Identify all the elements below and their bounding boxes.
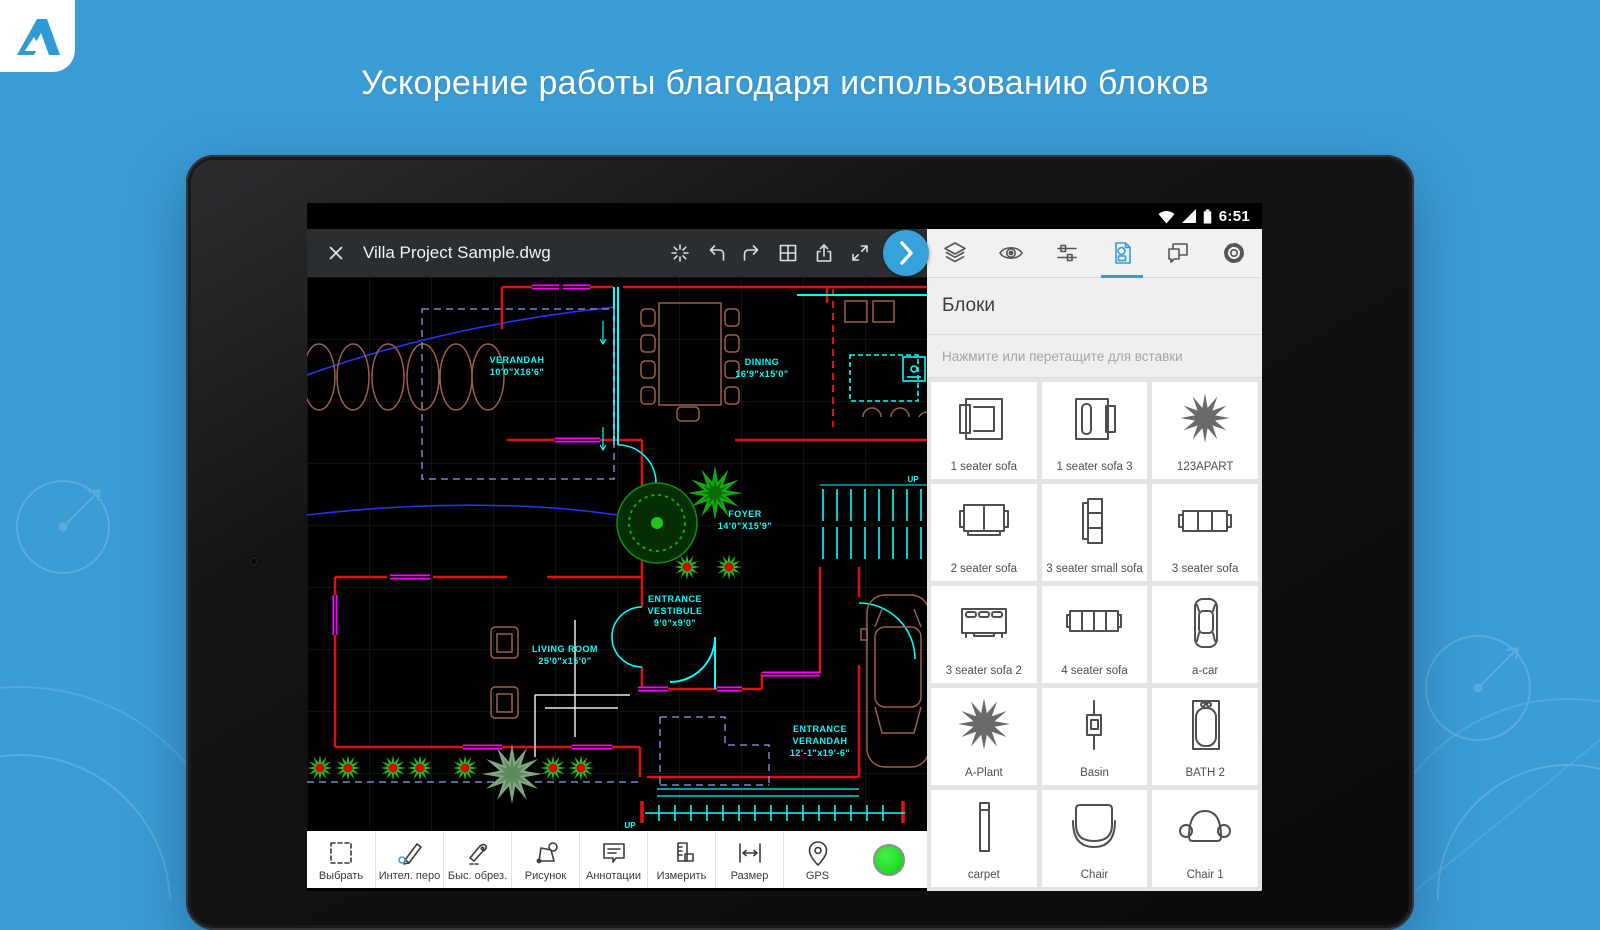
blocks-grid: 1 seater sofa 1 seater sofa 3 123APART 2… [927, 378, 1262, 891]
tool-bar: Выбрать Интел. перо Быс. обрез. Рисунок [307, 831, 927, 888]
autodesk-logo-card [0, 0, 75, 72]
tab-adjustments[interactable] [1039, 229, 1095, 277]
tool-gps[interactable]: GPS [783, 831, 851, 888]
block-item-4-seater-sofa[interactable]: 4 seater sofa [1042, 586, 1148, 683]
panel-subtitle: Нажмите или перетащите для вставки [927, 335, 1262, 378]
share-icon[interactable] [809, 236, 839, 270]
wifi-icon [1158, 209, 1175, 224]
svg-text:FOYER: FOYER [728, 509, 762, 519]
tab-settings[interactable] [1206, 229, 1262, 277]
block-item-3-seater-sofa-2[interactable]: 3 seater sofa 2 [931, 586, 1037, 683]
tab-markup[interactable] [1150, 229, 1206, 277]
autodesk-a-icon [15, 15, 61, 57]
svg-text:UP: UP [624, 821, 636, 830]
redo-icon[interactable] [737, 236, 767, 270]
battery-icon [1203, 209, 1212, 224]
block-item-1-seater-sofa[interactable]: 1 seater sofa [931, 382, 1037, 479]
record-cell [851, 831, 927, 888]
svg-text:VESTIBULE: VESTIBULE [647, 606, 702, 616]
svg-text:UP: UP [907, 475, 919, 484]
tab-blocks[interactable] [1094, 229, 1150, 277]
svg-text:16'9"x15'0": 16'9"x15'0" [735, 369, 788, 379]
block-item-2-seater-sofa[interactable]: 2 seater sofa [931, 484, 1037, 581]
zoom-extents-icon[interactable] [665, 236, 695, 270]
svg-text:ENTRANCE: ENTRANCE [648, 594, 702, 604]
tool-measure[interactable]: Измерить [647, 831, 715, 888]
block-item-a-car[interactable]: a-car [1152, 586, 1258, 683]
tablet-screen: 6:51 Villa Project Sample.dwg [307, 203, 1262, 891]
panel-collapse-button[interactable] [883, 230, 929, 276]
tab-layers[interactable] [927, 229, 983, 277]
tablet-frame: 6:51 Villa Project Sample.dwg [186, 155, 1414, 930]
svg-text:25'0"x15'0": 25'0"x15'0" [538, 656, 591, 666]
drawing-column: Villa Project Sample.dwg [307, 229, 927, 891]
block-item-carpet[interactable]: carpet [931, 790, 1037, 887]
tool-dimension[interactable]: Размер [715, 831, 783, 888]
app-bar: Villa Project Sample.dwg [307, 229, 927, 277]
panel-title: Блоки [927, 278, 1262, 335]
block-item-bath-2[interactable]: BATH 2 [1152, 688, 1258, 785]
fullscreen-icon[interactable] [845, 236, 875, 270]
tool-quick-trim[interactable]: Быс. обрез. [443, 831, 511, 888]
svg-text:ENTRANCE: ENTRANCE [793, 724, 847, 734]
status-time: 6:51 [1219, 208, 1250, 225]
panel-tab-bar [927, 229, 1262, 278]
chevron-right-icon [883, 230, 929, 276]
block-item-3-seater-small-sofa[interactable]: 3 seater small sofa [1042, 484, 1148, 581]
tool-select[interactable]: Выбрать [307, 831, 375, 888]
status-bar: 6:51 [307, 203, 1262, 229]
svg-text:9'0"x9'0": 9'0"x9'0" [654, 618, 696, 628]
blocks-panel: Блоки Нажмите или перетащите для вставки… [927, 229, 1262, 891]
page-title: Ускорение работы благодаря использованию… [0, 64, 1570, 103]
floor-plan-svg: VERANDAH 10'0"X16'6" DINING 16'9"x15'0" … [307, 277, 927, 831]
block-item-chair-1[interactable]: Chair 1 [1152, 790, 1258, 887]
block-item-basin[interactable]: Basin [1042, 688, 1148, 785]
svg-text:DINING: DINING [745, 357, 780, 367]
record-button[interactable] [873, 844, 905, 876]
svg-text:10'0"X16'6": 10'0"X16'6" [490, 367, 544, 377]
cellular-icon [1182, 209, 1196, 223]
svg-text:LIVING ROOM: LIVING ROOM [532, 644, 598, 654]
svg-text:VERANDAH: VERANDAH [792, 736, 847, 746]
document-title: Villa Project Sample.dwg [363, 243, 551, 263]
tab-visibility[interactable] [983, 229, 1039, 277]
block-item-3-seater-sofa[interactable]: 3 seater sofa [1152, 484, 1258, 581]
grid-icon[interactable] [773, 236, 803, 270]
tablet-camera [249, 557, 258, 566]
cad-canvas[interactable]: VERANDAH 10'0"X16'6" DINING 16'9"x15'0" … [307, 277, 927, 831]
close-icon[interactable] [321, 236, 351, 270]
block-item-123apart[interactable]: 123APART [1152, 382, 1258, 479]
tool-smart-pen[interactable]: Интел. перо [375, 831, 443, 888]
svg-text:12'-1"x19'-6": 12'-1"x19'-6" [790, 748, 850, 758]
block-item-a-plant[interactable]: A-Plant [931, 688, 1037, 785]
tool-annotations[interactable]: Аннотации [579, 831, 647, 888]
block-item-1-seater-sofa-3[interactable]: 1 seater sofa 3 [1042, 382, 1148, 479]
tool-drawing[interactable]: Рисунок [511, 831, 579, 888]
block-item-chair[interactable]: Chair [1042, 790, 1148, 887]
svg-text:VERANDAH: VERANDAH [489, 355, 544, 365]
undo-icon[interactable] [701, 236, 731, 270]
svg-text:14'0"X15'9": 14'0"X15'9" [718, 521, 772, 531]
